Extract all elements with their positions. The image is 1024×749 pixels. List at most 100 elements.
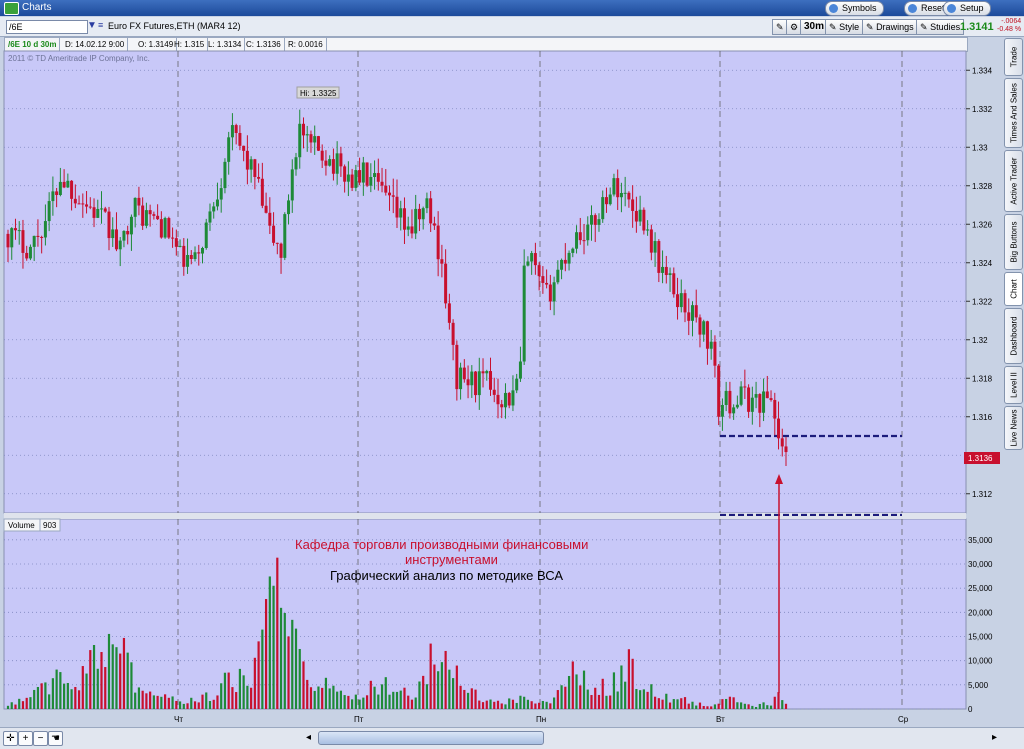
volume-bar — [414, 697, 417, 709]
tab-level-ii[interactable]: Level II — [1004, 366, 1023, 404]
volume-bar — [104, 667, 107, 709]
volume-bar — [339, 690, 342, 709]
candle-body — [769, 398, 773, 400]
candle-body — [290, 169, 294, 201]
volume-bar — [377, 694, 380, 709]
candle-body — [649, 229, 653, 253]
zoom-in-icon[interactable]: + — [18, 731, 33, 746]
candle-body — [705, 321, 709, 349]
volume-bar — [152, 695, 155, 709]
volume-bar — [485, 700, 488, 709]
volume-bar — [321, 687, 324, 709]
volume-bar — [466, 692, 470, 709]
candle-body — [429, 198, 433, 224]
scrollbar-thumb[interactable] — [318, 731, 544, 745]
candle-body — [182, 245, 186, 267]
volume-bar — [594, 687, 597, 709]
scroll-left-icon[interactable]: ◂ — [302, 731, 315, 744]
candle-body — [272, 225, 276, 243]
candle-body — [661, 266, 665, 273]
volume-bar — [777, 692, 780, 709]
candle-body — [163, 218, 167, 238]
volume-bar — [526, 699, 530, 709]
candle-body — [141, 205, 145, 226]
candle-body — [373, 173, 377, 178]
scroll-right-icon[interactable]: ▸ — [988, 731, 1001, 744]
candle-body — [388, 192, 392, 196]
candle-body — [496, 394, 500, 405]
volume-axis: 35,000 30,000 25,000 20,000 15,000 10,000 5,00… — [968, 536, 993, 714]
volume-bar — [74, 686, 77, 709]
volume-bar — [616, 691, 619, 709]
candle-body — [361, 162, 365, 183]
volume-bar — [306, 679, 309, 709]
volume-bar — [100, 652, 103, 709]
volume-bar — [33, 689, 36, 709]
volume-bar — [754, 707, 758, 709]
x-tick-label: Пт — [354, 715, 364, 724]
volume-bar — [276, 557, 279, 709]
volume-bar — [564, 686, 567, 709]
volume-bar — [354, 694, 357, 709]
candle-body — [616, 178, 620, 198]
tab-chart[interactable]: Chart — [1004, 272, 1023, 306]
volume-bar — [597, 694, 601, 709]
volume-bar — [601, 678, 604, 709]
candle-body — [758, 394, 762, 413]
candle-body — [122, 231, 126, 241]
pan-icon[interactable]: ✛ — [3, 731, 18, 746]
candle-body — [563, 259, 567, 264]
volume-bar — [691, 701, 694, 709]
candle-body — [6, 233, 10, 248]
tab-live-news[interactable]: Live News — [1004, 406, 1023, 450]
tab-big-buttons[interactable]: Big Buttons — [1004, 214, 1023, 270]
candle-body — [432, 223, 436, 226]
candle-body — [436, 225, 440, 260]
volume-bar — [283, 612, 286, 709]
candle-body — [485, 371, 489, 374]
volume-bar — [119, 653, 122, 709]
candle-body — [541, 276, 545, 283]
zoom-out-icon[interactable]: − — [33, 731, 48, 746]
candle-body — [129, 216, 133, 235]
volume-tick-label: 35,000 — [968, 536, 993, 545]
volume-bar — [29, 697, 32, 709]
candle-body — [668, 273, 672, 276]
candle-body — [571, 248, 575, 253]
volume-tick-label: 30,000 — [968, 560, 993, 569]
volume-bar — [137, 687, 141, 709]
candle-body — [92, 207, 96, 218]
x-tick-label: Чт — [174, 715, 183, 724]
volume-bar — [351, 699, 354, 709]
volume-tick-label: 25,000 — [968, 584, 993, 593]
candle-body — [148, 210, 152, 215]
time-scrollbar[interactable]: ✛ + − ☚ ◂ ▸ — [0, 727, 1024, 749]
tab-trade[interactable]: Trade — [1004, 38, 1023, 76]
volume-bar — [141, 690, 144, 709]
volume-bar — [579, 685, 582, 709]
volume-bar — [178, 701, 182, 709]
volume-bar — [784, 703, 788, 709]
x-tick-label: Ср — [898, 715, 909, 724]
candle-body — [313, 136, 317, 143]
candle-body — [765, 391, 769, 399]
volume-bar — [388, 694, 391, 709]
candle-body — [219, 188, 223, 200]
candle-body — [384, 185, 388, 193]
candle-body — [522, 265, 526, 362]
tab-times-and-sales[interactable]: Times And Sales — [1004, 78, 1023, 148]
volume-bar — [85, 673, 88, 709]
candle-body — [642, 209, 646, 231]
annotation-title-line2: инструментами — [405, 552, 498, 567]
hand-tool-icon[interactable]: ☚ — [48, 731, 63, 746]
volume-bar — [156, 695, 159, 709]
tab-dashboard[interactable]: Dashboard — [1004, 308, 1023, 364]
candle-body — [511, 390, 515, 406]
candle-body — [137, 197, 141, 206]
candle-body — [455, 344, 459, 390]
volume-bar — [261, 629, 264, 709]
price-volume-chart[interactable]: Volume 903 1.334 1.332 1.33 1.328 1.326 1.324… — [0, 0, 1004, 726]
candle-body — [365, 162, 369, 186]
tab-active-trader[interactable]: Active Trader — [1004, 150, 1023, 212]
volume-bar — [410, 699, 414, 709]
